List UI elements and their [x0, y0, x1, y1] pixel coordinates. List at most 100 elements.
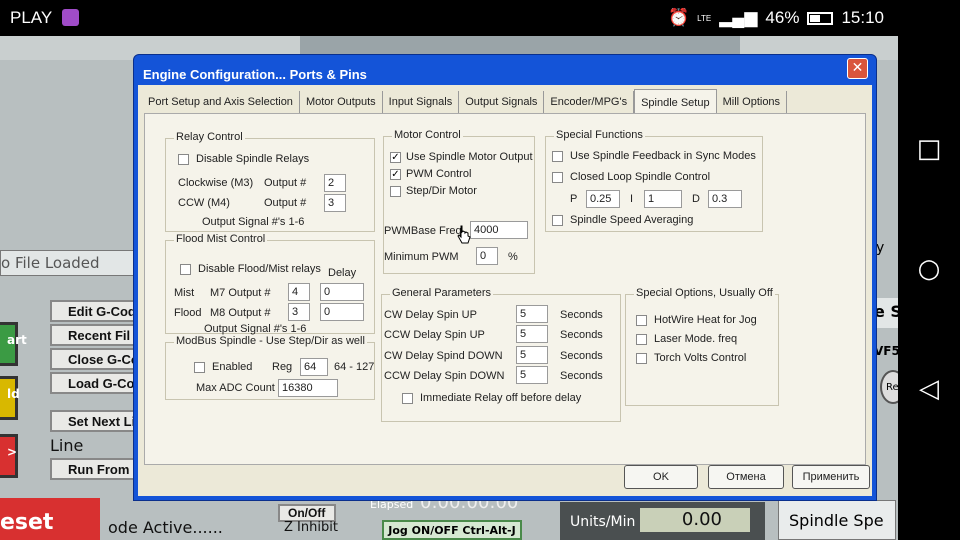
d-input[interactable]: 0.3 — [708, 190, 742, 208]
m8-output-input[interactable]: 3 — [288, 303, 310, 321]
ccw-spin-down-unit: Seconds — [560, 370, 603, 382]
hotwire-heat-checkbox[interactable] — [636, 315, 647, 326]
dialog-client: Port Setup and Axis Selection Motor Outp… — [138, 85, 872, 496]
cw-spin-down-input[interactable]: 5 — [516, 346, 548, 364]
minimum-pwm-input[interactable]: 0 — [476, 247, 498, 265]
tab-encoder-mpg[interactable]: Encoder/MPG's — [544, 91, 635, 113]
laser-mode-checkbox[interactable] — [636, 334, 647, 345]
disable-flood-mist-checkbox[interactable] — [180, 264, 191, 275]
i-input[interactable]: 1 — [644, 190, 682, 208]
run-from-here-button[interactable]: Run From H — [50, 458, 142, 480]
ccw-label: CCW (M4) — [178, 197, 230, 209]
modbus-reg-input[interactable]: 64 — [300, 358, 328, 376]
general-parameters-title: General Parameters — [390, 287, 494, 299]
start-label: art — [7, 333, 27, 347]
screen: o File Loaded art ld > Edit G-Cod Recent… — [0, 0, 898, 540]
hold-button[interactable]: ld — [0, 376, 20, 420]
relay-control-title: Relay Control — [174, 131, 245, 143]
cw-output-label: Output # — [264, 177, 307, 189]
use-spindle-motor-output-label: Use Spindle Motor Output — [406, 151, 533, 163]
immediate-relay-off-label: Immediate Relay off before delay — [420, 392, 582, 404]
reset-label: eset — [0, 510, 54, 535]
apply-button[interactable]: Применить — [792, 465, 870, 489]
tab-output-signals[interactable]: Output Signals — [459, 91, 545, 113]
modbus-title: ModBus Spindle - Use Step/Dir as well — [174, 335, 367, 347]
right-label-4: Re — [886, 382, 898, 393]
load-gcode-button[interactable]: Load G-Coc — [50, 372, 142, 394]
cw-output-input[interactable]: 2 — [324, 174, 346, 192]
m7-delay-input[interactable]: 0 — [320, 283, 364, 301]
max-adc-input[interactable]: 16380 — [278, 379, 338, 397]
reset-button[interactable]: eset — [0, 498, 100, 540]
back-icon[interactable]: ◁ — [914, 374, 944, 404]
immediate-relay-off-checkbox[interactable] — [402, 393, 413, 404]
signal-icon: ▂▄▆ — [719, 8, 758, 27]
carrier-name: PLAY — [10, 8, 53, 27]
jog-onoff-button[interactable]: Jog ON/OFF Ctrl-Alt-J — [382, 520, 522, 540]
modbus-group: ModBus Spindle - Use Step/Dir as well En… — [165, 335, 375, 400]
step-dir-motor-checkbox[interactable] — [390, 186, 401, 197]
recent-file-button[interactable]: Recent Fil — [50, 324, 142, 346]
close-gcode-button[interactable]: Close G-Co — [50, 348, 142, 370]
special-options-group: Special Options, Usually Off HotWire Hea… — [625, 287, 779, 406]
units-min-label: Units/Min — [570, 514, 636, 530]
torch-volts-checkbox[interactable] — [636, 353, 647, 364]
closed-loop-checkbox[interactable] — [552, 172, 563, 183]
close-icon[interactable]: ✕ — [847, 58, 868, 79]
stop-button[interactable]: > — [0, 434, 18, 478]
ccw-spin-up-label: CCW Delay Spin UP — [384, 329, 485, 341]
cw-spin-down-unit: Seconds — [560, 350, 603, 362]
ok-button[interactable]: OK — [624, 465, 698, 489]
clock: 15:10 — [841, 8, 884, 27]
jog-label: Jog ON/OFF Ctrl-Alt-J — [388, 524, 516, 537]
pwm-base-freq-input[interactable]: 4000 — [470, 221, 528, 239]
m8-output-label: M8 Output # — [210, 307, 271, 319]
use-spindle-motor-output-checkbox[interactable]: ✓ — [390, 152, 401, 163]
recents-icon[interactable]: □ — [914, 134, 944, 164]
p-input[interactable]: 0.25 — [586, 190, 620, 208]
set-next-line-button[interactable]: Set Next Li — [50, 410, 142, 432]
spindle-feedback-sync-checkbox[interactable] — [552, 151, 563, 162]
status-right: ⏰ LTE ▂▄▆ 46% 15:10 — [668, 8, 884, 28]
ccw-spin-up-input[interactable]: 5 — [516, 325, 548, 343]
torch-volts-label: Torch Volts Control — [654, 352, 747, 364]
cw-label: Clockwise (M3) — [178, 177, 254, 189]
cw-spin-up-input[interactable]: 5 — [516, 305, 548, 323]
cw-spin-down-label: CW Delay Spind DOWN — [384, 350, 503, 362]
ccw-output-input[interactable]: 3 — [324, 194, 346, 212]
android-status-bar: PLAY ⏰ LTE ▂▄▆ 46% 15:10 — [0, 0, 898, 36]
speed-averaging-label: Spindle Speed Averaging — [570, 214, 694, 226]
tab-port-setup[interactable]: Port Setup and Axis Selection — [142, 91, 300, 113]
home-icon[interactable]: ○ — [914, 254, 944, 284]
tab-input-signals[interactable]: Input Signals — [383, 91, 460, 113]
disable-spindle-relays-checkbox[interactable] — [178, 154, 189, 165]
flood-mist-title: Flood Mist Control — [174, 233, 268, 245]
start-button[interactable]: art — [0, 322, 27, 366]
spindle-speed-label: Spindle Spe — [778, 500, 896, 540]
cw-spin-up-unit: Seconds — [560, 309, 603, 321]
special-functions-group: Special Functions Use Spindle Feedback i… — [545, 129, 763, 232]
file-loaded-text: o File Loaded — [1, 254, 100, 272]
modbus-enabled-checkbox[interactable] — [194, 362, 205, 373]
edit-gcode-button[interactable]: Edit G-Cod — [50, 300, 142, 322]
line-label: Line — [50, 436, 84, 455]
m7-output-input[interactable]: 4 — [288, 283, 310, 301]
tab-motor-outputs[interactable]: Motor Outputs — [300, 91, 383, 113]
ccw-spin-down-input[interactable]: 5 — [516, 366, 548, 384]
units-min-panel: Units/Min 0.00 — [560, 502, 765, 540]
right-button-4[interactable]: Re — [880, 370, 898, 404]
cancel-button[interactable]: Отмена — [708, 465, 784, 489]
tab-spindle-setup[interactable]: Spindle Setup — [634, 89, 717, 113]
tab-mill-options[interactable]: Mill Options — [717, 91, 788, 113]
pwm-base-freq-label: PWMBase Freq. — [384, 225, 465, 237]
pwm-control-label: PWM Control — [406, 168, 472, 180]
spindle-feedback-sync-label: Use Spindle Feedback in Sync Modes — [570, 150, 756, 162]
mist-label: Mist — [174, 287, 195, 299]
m8-delay-input[interactable]: 0 — [320, 303, 364, 321]
general-parameters-group: General Parameters CW Delay Spin UP 5 Se… — [381, 287, 621, 422]
motor-control-group: Motor Control ✓ Use Spindle Motor Output… — [383, 129, 535, 274]
step-dir-motor-label: Step/Dir Motor — [406, 185, 477, 197]
flood-signals-label: Output Signal #'s 1-6 — [204, 323, 307, 335]
pwm-control-checkbox[interactable]: ✓ — [390, 169, 401, 180]
speed-averaging-checkbox[interactable] — [552, 215, 563, 226]
